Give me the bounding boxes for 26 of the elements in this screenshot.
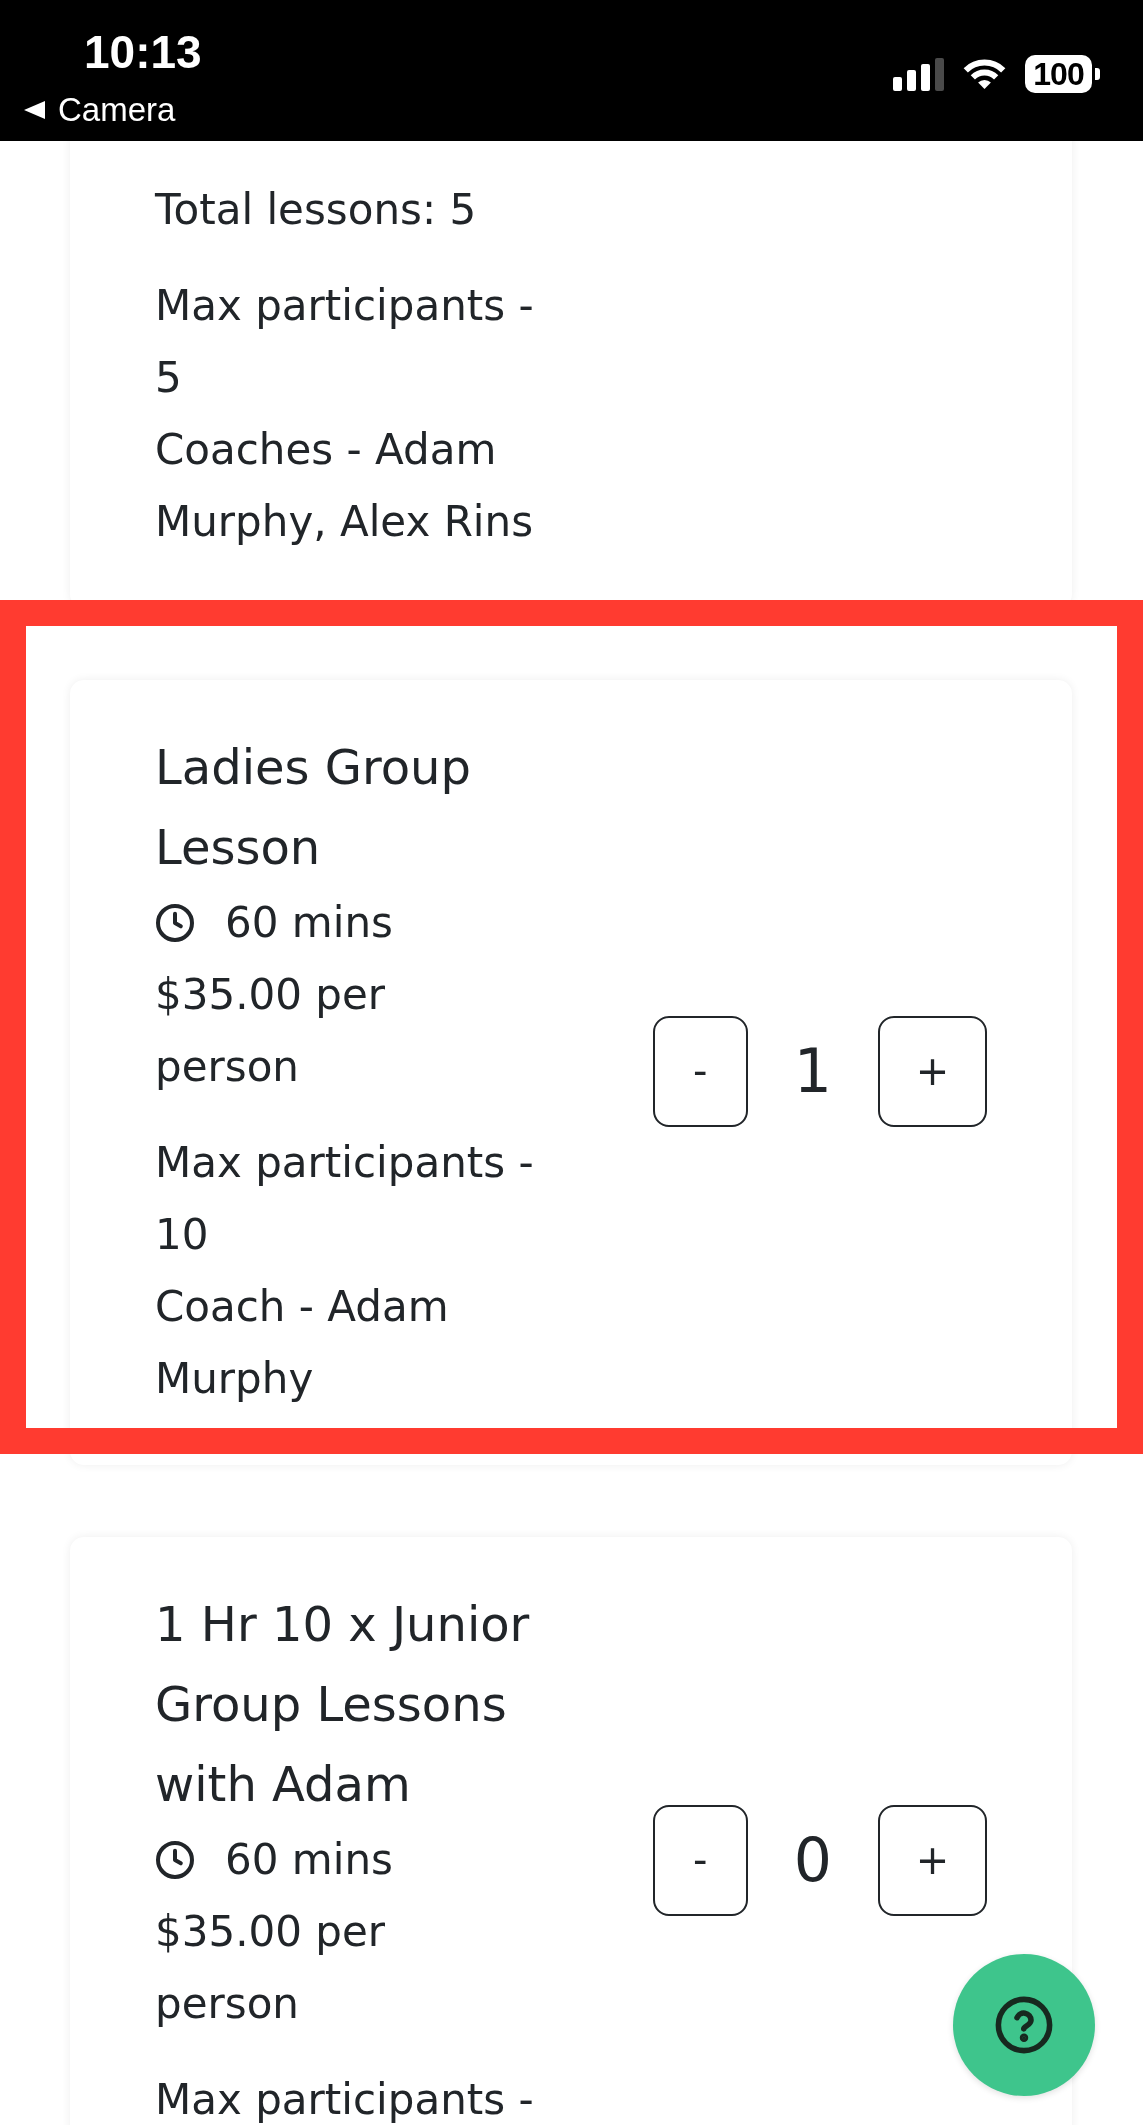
battery-indicator: 100: [1025, 55, 1100, 93]
max-participants-text: Max participants - 5: [155, 280, 535, 404]
plus-button[interactable]: +: [878, 1804, 987, 1916]
duration-text: 60 mins: [225, 897, 393, 949]
help-icon: [995, 1996, 1053, 2054]
back-link[interactable]: Camera: [24, 92, 176, 128]
clock-icon: [155, 1840, 195, 1880]
quantity-value: 0: [793, 1824, 832, 1896]
coach-text: Coaches - Adam Murphy, Alex Rins: [155, 424, 535, 548]
coach-text: Coach - Adam Murphy: [155, 1281, 450, 1405]
lesson-title: Ladies Group Lesson: [155, 738, 472, 877]
status-time: 10:13: [84, 29, 202, 75]
price-text: $35.00 per person: [155, 969, 387, 1093]
quantity-value: 1: [793, 1035, 832, 1107]
minus-button[interactable]: -: [652, 1015, 748, 1127]
triangle-left-icon: [24, 101, 45, 119]
max-participants-text: Max participants - 10: [155, 1137, 535, 1261]
minus-button[interactable]: -: [652, 1804, 748, 1916]
duration-text: 60 mins: [225, 1834, 393, 1886]
signal-icon: [893, 57, 944, 91]
lessons-count-text: Total lessons: 5: [155, 184, 477, 236]
clock-icon: [155, 903, 195, 943]
max-participants-text: Max participants -: [155, 2074, 534, 2125]
price-text: $35.00 per person: [155, 1906, 387, 2030]
lesson-title: 1 Hr 10 x Junior Group Lessons with Adam: [155, 1595, 531, 1814]
plus-button[interactable]: +: [878, 1015, 987, 1127]
